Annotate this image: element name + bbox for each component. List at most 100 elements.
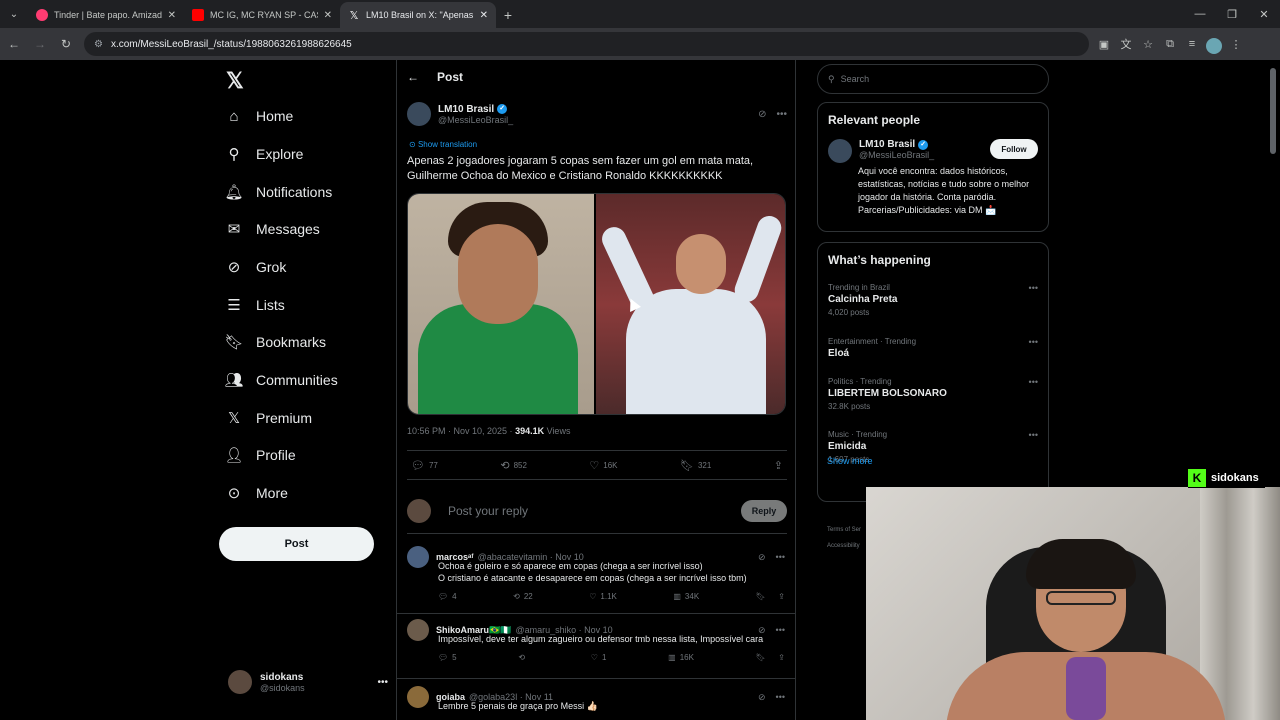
tab-tinder[interactable]: Tinder | Bate papo. Amizade. En ✕ [28,2,184,28]
url-input[interactable]: ⚙ x.com/MessiLeoBrasil_/status/198806326… [84,32,1089,56]
share-icon[interactable]: ⇪ [778,653,785,662]
profile-avatar-icon[interactable] [1203,32,1225,56]
author-name-row[interactable]: LM10 Brasil ✓ [438,104,513,115]
reply-action[interactable]: 💬︎ 5 [438,653,457,662]
nav-lists[interactable]: ☰ Lists [226,297,285,314]
restore-icon[interactable]: ❐ [1216,0,1248,28]
relevant-person[interactable]: LM10 Brasil ✓ @MessiLeoBrasil_ Follow [828,139,1038,163]
follow-button[interactable]: Follow [990,139,1038,159]
back-icon[interactable]: ← [2,32,26,56]
trend-item[interactable]: Trending in Brazil Calcinha Preta 4,020 … [828,283,1042,317]
relevant-people-card: Relevant people LM10 Brasil ✓ @MessiLeoBr… [817,102,1049,232]
trend-item[interactable]: Politics · Trending LIBERTEM BOLSONARO 3… [828,377,1042,411]
views-action[interactable]: ▥ 34K [673,592,699,601]
account-switcher[interactable]: sidokans @sidokans ••• [228,670,388,694]
grok-icon[interactable]: ⊘ [758,692,766,703]
author-handle[interactable]: @MessiLeoBrasil_ [438,115,513,125]
nav-bookmarks[interactable]: 🔖︎ Bookmarks [224,334,326,351]
close-tab-icon[interactable]: ✕ [324,10,332,21]
extensions-icon[interactable]: ⧉ [1159,32,1181,56]
reply-item[interactable]: ShikoAmaru🇧🇷🇳🇬 @amaru_shiko · Nov 10 ⊘ ••… [397,615,795,679]
nav-notifications[interactable]: 🔔︎ Notifications [224,184,332,201]
reply-text: Lembre 5 penais de graça pro Messi 👍🏻 [438,700,785,712]
author-avatar[interactable] [407,102,431,126]
grok-icon[interactable]: ⊘ [758,552,766,563]
back-arrow-icon[interactable]: ← [407,70,419,84]
tab-youtube[interactable]: MC IG, MC RYAN SP - CASA ✕ [184,2,340,28]
reply-item[interactable]: marcosᵃᶠ @abacatevitamin · Nov 10 ⊘ ••• O… [397,542,795,614]
like-action[interactable]: ♡ 16K [589,459,617,472]
close-tab-icon[interactable]: ✕ [480,10,488,21]
nav-communities[interactable]: 👥︎ Communities [224,372,337,389]
trend-item[interactable]: Entertainment · Trending Eloá ••• [828,337,1042,362]
search-input[interactable]: ⚲ Search [817,64,1049,94]
show-translation-link[interactable]: ⊙ Show translation [409,140,477,149]
photo-ochoa[interactable] [408,194,596,414]
more-icon[interactable]: ••• [776,552,785,563]
share-icon[interactable]: ⇪ [778,592,785,601]
star-icon[interactable]: ☆ [1137,32,1159,56]
nav-profile[interactable]: 👤︎ Profile [224,447,295,464]
repost-action[interactable]: ⟲ [518,653,529,662]
repost-action[interactable]: ⟲ 22 [513,592,533,601]
forward-icon[interactable]: → [28,32,52,56]
more-icon[interactable]: ••• [1029,377,1038,387]
avatar [407,498,431,523]
more-icon[interactable]: ••• [377,677,388,688]
tab-x-post[interactable]: 𝕏 LM10 Brasil on X: "Apenas 2 jog ✕ [340,2,496,28]
new-tab-icon[interactable]: + [496,2,520,28]
close-window-icon[interactable]: ✕ [1248,0,1280,28]
close-tab-icon[interactable]: ✕ [168,10,176,21]
reply-line: Lembre 5 penais de graça pro Messi 👍🏻 [438,701,598,711]
rp-avatar[interactable] [828,139,852,163]
more-icon[interactable]: ••• [776,692,785,703]
nav-messages[interactable]: ✉ Messages [226,221,320,238]
nav-home[interactable]: ⌂ Home [226,108,293,125]
views-action[interactable]: ▥ 16K [668,653,694,662]
reply-item[interactable]: goiaba @golaba23l · Nov 11 ⊘ ••• Lembre 5… [397,680,795,720]
reply-avatar[interactable] [407,546,429,568]
tab-search-icon[interactable]: ⌄ [0,0,28,28]
like-action[interactable]: ♡ 1.1K [589,592,617,601]
reply-action[interactable]: 💬︎ 77 [411,459,438,472]
x-logo-icon[interactable]: 𝕏 [226,68,244,94]
reply-avatar[interactable] [407,686,429,708]
more-icon[interactable]: ••• [1029,283,1038,293]
author-name: LM10 Brasil [438,103,495,115]
more-icon[interactable]: ••• [1029,430,1038,440]
reply-avatar[interactable] [407,619,429,641]
reply-button[interactable]: Reply [741,499,787,522]
reply-input[interactable]: Post your reply [448,504,528,518]
post-button[interactable]: Post [219,527,374,561]
share-action[interactable]: ⇪ [774,459,783,472]
translate-icon[interactable]: 文 [1115,32,1137,56]
like-action[interactable]: ♡ 1 [591,653,607,662]
menu-icon[interactable]: ⋮ [1225,32,1247,56]
page-scrollbar[interactable] [1270,68,1276,154]
reload-icon[interactable]: ↻ [54,32,78,56]
cast-icon[interactable]: ▣ [1093,32,1115,56]
media-icon[interactable]: ≡ [1181,32,1203,56]
bookmark-icon[interactable]: 🔖︎ [756,592,766,601]
nav-premium[interactable]: 𝕏 Premium [226,410,312,427]
nav-grok[interactable]: ⊘ Grok [226,259,287,276]
grok-icon[interactable]: ⊘ [758,109,766,120]
search-icon: ⚲ [228,146,240,163]
repost-action[interactable]: ⟲ 852 [500,459,527,472]
show-more-link[interactable]: Show more [827,456,873,466]
bookmark-icon[interactable]: 🔖︎ [756,653,766,662]
more-icon[interactable]: ••• [776,109,787,120]
post-time[interactable]: 10:56 PM · Nov 10, 2025 · [407,426,515,436]
nav-more[interactable]: ⊙ More [226,485,288,502]
reply-action[interactable]: 💬︎ 4 [438,592,457,601]
post-media[interactable] [407,193,786,415]
site-info-icon[interactable]: ⚙ [94,39,103,50]
accessibility-link[interactable]: Accessibility [827,538,861,554]
nav-explore[interactable]: ⚲ Explore [226,146,304,163]
more-icon[interactable]: ••• [1029,337,1038,347]
terms-link[interactable]: Terms of Ser [827,522,861,538]
photo-ronaldo[interactable] [596,194,785,414]
bookmark-action[interactable]: 🔖︎ 321 [680,459,711,472]
more-icon[interactable]: ••• [776,625,785,636]
minimize-icon[interactable]: — [1184,0,1216,28]
